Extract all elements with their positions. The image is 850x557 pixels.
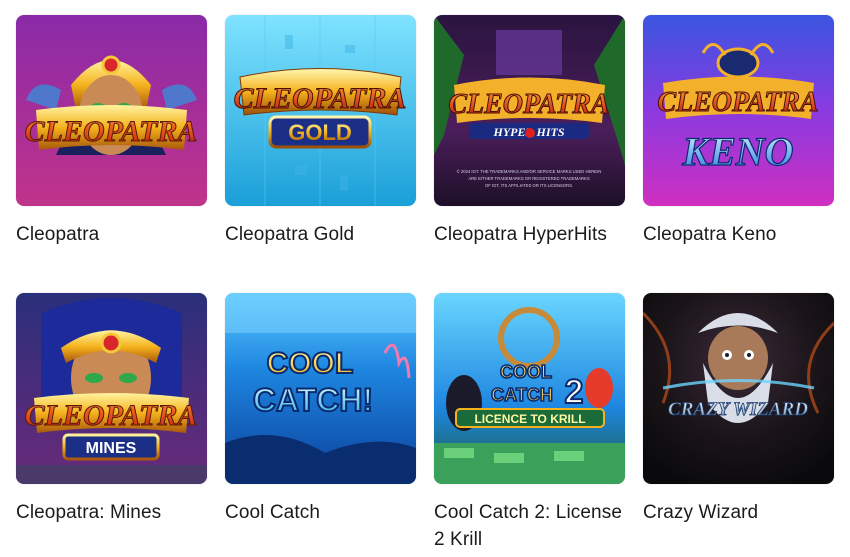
svg-text:ARE EITHER TRADEMARKS OR REGIS: ARE EITHER TRADEMARKS OR REGISTERED TRAD…	[468, 176, 590, 181]
svg-text:CLEOPATRA: CLEOPATRA	[448, 89, 609, 120]
game-thumbnail[interactable]: CLEOPATRA	[16, 15, 207, 206]
svg-text:CLEOPATRA: CLEOPATRA	[25, 115, 198, 148]
svg-text:CATCH!: CATCH!	[253, 382, 373, 418]
game-thumbnail[interactable]: COOL CATCH!	[225, 293, 416, 484]
svg-text:OF IGT, ITS AFFILIATES OR ITS: OF IGT, ITS AFFILIATES OR ITS LICENSORS.	[485, 183, 573, 188]
svg-text:COOL: COOL	[267, 347, 354, 380]
svg-text:© 2024 IGT. THE TRADEMARKS AND: © 2024 IGT. THE TRADEMARKS AND/OR SERVIC…	[457, 169, 602, 174]
cool-catch-2-artwork: COOL CATCH 2 LICENCE TO KRILL	[434, 293, 625, 484]
svg-text:CLEOPATRA: CLEOPATRA	[234, 82, 407, 115]
game-thumbnail[interactable]: CLEOPATRA MINES	[16, 293, 207, 484]
cleopatra-mines-artwork: CLEOPATRA MINES	[16, 293, 207, 484]
cleopatra-gold-artwork: CLEOPATRA GOLD	[225, 15, 416, 206]
game-card-cool-catch[interactable]: COOL CATCH! Cool Catch	[225, 293, 416, 555]
game-card-cleopatra[interactable]: CLEOPATRA Cleopatra	[16, 15, 207, 277]
game-title[interactable]: Cleopatra HyperHits	[434, 221, 625, 248]
game-title[interactable]: Cleopatra Keno	[643, 221, 834, 248]
game-title[interactable]: Cleopatra	[16, 221, 207, 248]
game-card-cleopatra-hyperhits[interactable]: CLEOPATRA HYPER HITS © 2024 IGT. THE TRA…	[434, 15, 625, 277]
game-grid: CLEOPATRA Cleopatra CLEOPATRA GOLD Cleop…	[16, 15, 834, 555]
cleopatra-hyperhits-artwork: CLEOPATRA HYPER HITS © 2024 IGT. THE TRA…	[434, 15, 625, 206]
game-title[interactable]: Cleopatra: Mines	[16, 499, 207, 526]
game-thumbnail[interactable]: CLEOPATRA GOLD	[225, 15, 416, 206]
game-thumbnail[interactable]: CLEOPATRA KENO	[643, 15, 834, 206]
svg-text:2: 2	[565, 373, 584, 411]
game-thumbnail[interactable]: CRAZY WIZARD	[643, 293, 834, 484]
svg-text:KENO: KENO	[681, 129, 793, 174]
game-thumbnail[interactable]: COOL CATCH 2 LICENCE TO KRILL	[434, 293, 625, 484]
game-card-cleopatra-gold[interactable]: CLEOPATRA GOLD Cleopatra Gold	[225, 15, 416, 277]
crazy-wizard-artwork: CRAZY WIZARD	[643, 293, 834, 484]
svg-text:MINES: MINES	[86, 440, 137, 457]
game-title[interactable]: Cool Catch 2: License 2 Krill	[434, 499, 625, 553]
cool-catch-artwork: COOL CATCH!	[225, 293, 416, 484]
game-card-crazy-wizard[interactable]: CRAZY WIZARD Crazy Wizard	[643, 293, 834, 555]
svg-text:COOL: COOL	[500, 362, 552, 382]
cleopatra-keno-artwork: CLEOPATRA KENO	[643, 15, 834, 206]
game-thumbnail[interactable]: CLEOPATRA HYPER HITS © 2024 IGT. THE TRA…	[434, 15, 625, 206]
svg-text:CATCH: CATCH	[491, 385, 553, 405]
game-card-cool-catch-2[interactable]: COOL CATCH 2 LICENCE TO KRILL Cool Catch…	[434, 293, 625, 555]
game-card-cleopatra-mines[interactable]: CLEOPATRA MINES Cleopatra: Mines	[16, 293, 207, 555]
svg-text:CRAZY WIZARD: CRAZY WIZARD	[668, 399, 808, 420]
svg-text:CLEOPATRA: CLEOPATRA	[657, 87, 818, 118]
cleopatra-artwork: CLEOPATRA	[16, 15, 207, 206]
game-title[interactable]: Cleopatra Gold	[225, 221, 416, 248]
svg-text:CLEOPATRA: CLEOPATRA	[25, 399, 198, 432]
game-card-cleopatra-keno[interactable]: CLEOPATRA KENO Cleopatra Keno	[643, 15, 834, 277]
game-title[interactable]: Cool Catch	[225, 499, 416, 526]
game-title[interactable]: Crazy Wizard	[643, 499, 834, 526]
svg-text:GOLD: GOLD	[288, 120, 352, 145]
svg-text:LICENCE TO KRILL: LICENCE TO KRILL	[474, 412, 585, 426]
